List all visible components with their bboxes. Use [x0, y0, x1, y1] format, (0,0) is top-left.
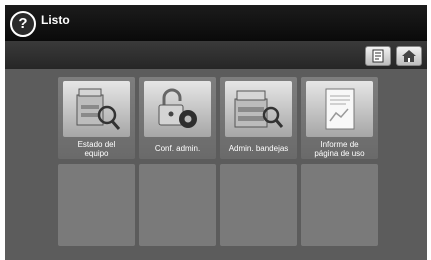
title-bar: ? Listo: [5, 5, 427, 41]
admin-lock-gear-icon: [144, 81, 211, 137]
tray-admin-icon: [225, 81, 292, 137]
tile-admin-settings-label: Conf. admin.: [154, 144, 201, 153]
screen: ? Listo Estado del equipo Conf. admin. A…: [5, 5, 427, 260]
tile-tray-admin[interactable]: Admin. bandejas: [220, 77, 297, 159]
help-button[interactable]: ?: [10, 11, 36, 37]
tile-usage-report[interactable]: Informe de página de uso: [301, 77, 378, 159]
empty-slot: [139, 164, 216, 246]
home-icon: [402, 50, 416, 62]
empty-slot: [301, 164, 378, 246]
tile-tray-admin-label: Admin. bandejas: [228, 144, 289, 153]
empty-slot: [58, 164, 135, 246]
tile-machine-status-label: Estado del equipo: [77, 139, 116, 158]
tile-admin-settings[interactable]: Conf. admin.: [139, 77, 216, 159]
status-title: Listo: [41, 13, 70, 27]
home-button[interactable]: [396, 46, 422, 66]
report-button[interactable]: [365, 46, 391, 66]
report-icon: [372, 49, 384, 63]
empty-slot: [220, 164, 297, 246]
usage-report-icon: [306, 81, 373, 137]
question-mark-icon: ?: [18, 15, 28, 32]
toolbar: [5, 41, 427, 69]
tile-usage-report-label: Informe de página de uso: [314, 139, 365, 158]
machine-status-icon: [63, 81, 130, 137]
tile-machine-status[interactable]: Estado del equipo: [58, 77, 135, 159]
